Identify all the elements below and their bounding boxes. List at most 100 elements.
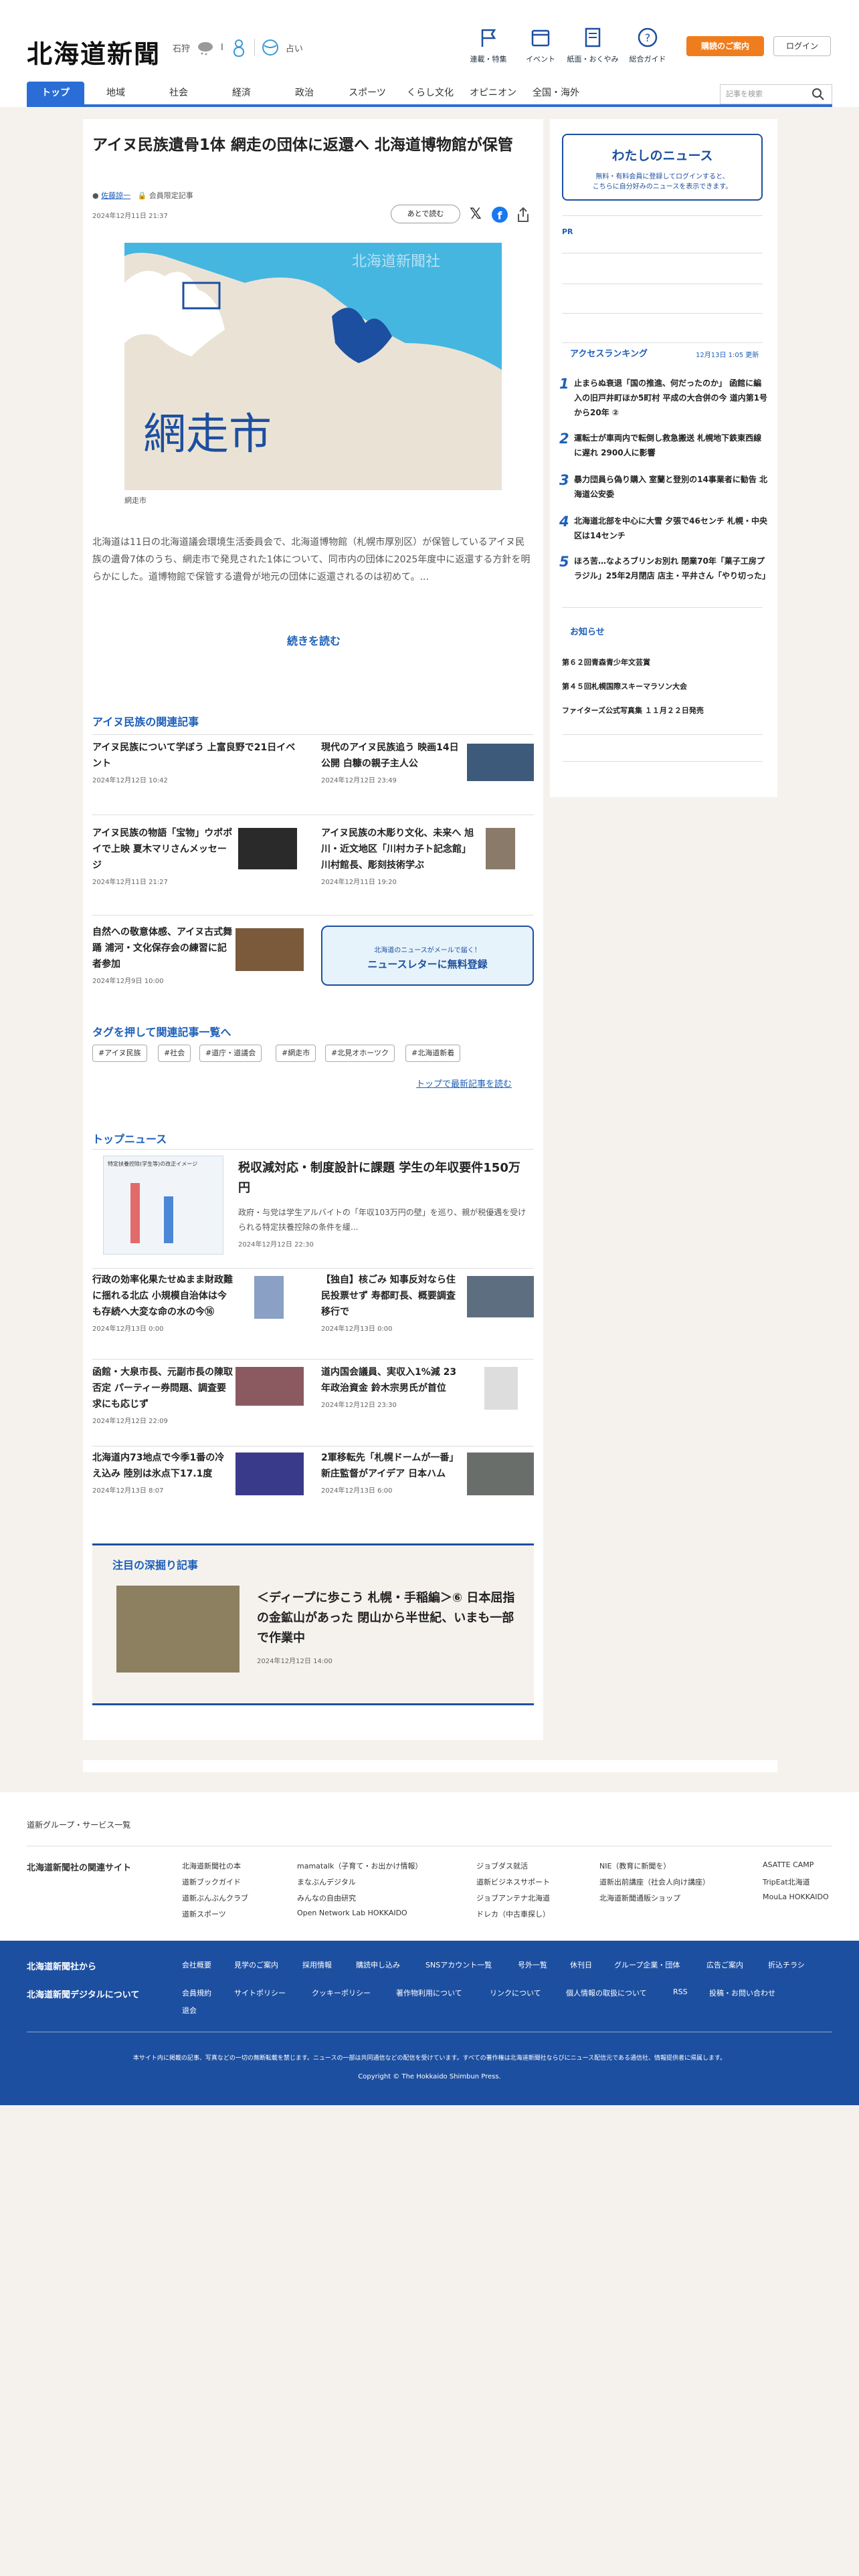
site-link[interactable]: NIE（教育に新聞を） [599,1860,670,1871]
notice-heading[interactable]: お知らせ [570,625,605,637]
top-main-thumb[interactable]: 特定扶養控除(学生等)の改正イメージ [103,1156,223,1255]
article-date: 2024年12月11日 21:37 [92,213,168,220]
x-share-icon[interactable]: 𝕏 [470,206,482,223]
newsletter-banner[interactable]: 北海道のニュースがメールで届く！ ニュースレターに無料登録 [321,926,534,986]
tag-latest[interactable]: #北海道新着 [405,1045,461,1062]
footer-link[interactable]: 号外一覧 [518,1959,547,1970]
tag-prefecture[interactable]: #道庁・道議会 [199,1045,262,1062]
footer-link[interactable]: 見学のご案内 [234,1959,278,1970]
site-header: 北海道新聞 石狩 I 占い 連載・特集 イベント 紙面・おくやみ ? 総合ガイド … [0,0,859,107]
site-link[interactable]: MouLa HOKKAIDO [763,1893,829,1901]
deep-dive-title[interactable]: ＜ディープに歩こう 札幌・手稲編＞⑥ 日本屈指の金鉱山があった 閉山から半世紀、… [257,1588,524,1648]
nav-opinion[interactable]: オピニオン [462,82,524,104]
top-thumb[interactable] [467,1276,534,1317]
site-link[interactable]: 北海道新聞社の本 [182,1860,241,1871]
nav-sports[interactable]: スポーツ [336,82,399,104]
nav-top[interactable]: トップ [27,82,84,104]
nav-economy[interactable]: 経済 [210,82,273,104]
site-link[interactable]: 道新ブックガイド [182,1876,241,1887]
footer-link[interactable]: サイトポリシー [234,1988,286,1998]
site-link[interactable]: 道新ビジネスサポート [476,1876,550,1887]
related-thumb[interactable] [467,744,534,781]
top-thumb[interactable] [254,1276,284,1319]
footer-link[interactable]: 投稿・お問い合わせ [709,1988,775,1998]
nav-politics[interactable]: 政治 [273,82,336,104]
site-link[interactable]: ジョブアンテナ北海道 [476,1893,550,1903]
related-thumb[interactable] [235,928,304,971]
related-thumb[interactable] [238,828,297,869]
ranking-heading[interactable]: アクセスランキング [570,346,648,359]
nav-culture[interactable]: くらし文化 [399,82,462,104]
footer-link[interactable]: 個人情報の取扱について [566,1988,647,1998]
footer-link[interactable]: 会社概要 [182,1959,211,1970]
nav-world[interactable]: 全国・海外 [524,82,587,104]
footer-link[interactable]: RSS [673,1988,688,1996]
util-events[interactable]: イベント [510,25,571,64]
continue-reading-link[interactable]: 続きを読む [257,632,371,648]
footer-link[interactable]: 休刊日 [570,1959,592,1970]
related-item[interactable]: アイヌ民族について学ぼう 上富良野で21日イベント 2024年12月12日 10:… [92,740,306,784]
site-link[interactable]: 北海道新聞通販ショップ [599,1893,680,1903]
site-link[interactable]: 道新ぶんぶんクラブ [182,1893,248,1903]
footer-link[interactable]: 退会 [182,2005,197,2016]
tag-society[interactable]: #社会 [158,1045,191,1062]
deep-dive-thumb[interactable] [116,1586,240,1673]
top-thumb[interactable] [484,1367,518,1410]
group-link[interactable]: 道新グループ・サービス一覧 [27,1819,130,1830]
weather-city: 石狩 [173,43,191,54]
footer-link[interactable]: 折込チラシ [768,1959,805,1970]
related-sites-label: 北海道新聞社の関連サイト [27,1863,132,1873]
from-label: 北海道新聞社から [27,1962,97,1972]
tag-okhotsk[interactable]: #北見オホーツク [325,1045,395,1062]
site-logo[interactable]: 北海道新聞 [27,33,161,70]
facebook-share-icon[interactable]: f [491,206,508,223]
site-link[interactable]: ASATTE CAMP [763,1860,814,1869]
footer-link[interactable]: 会員規約 [182,1988,211,1998]
nav-society[interactable]: 社会 [147,82,210,104]
login-button[interactable]: ログイン [773,36,831,56]
deep-dive-heading: 注目の深掘り記事 [112,1559,199,1572]
notice-item[interactable]: 第６２回青森青少年文芸賞 [562,657,650,667]
top-thumb[interactable] [467,1453,534,1495]
footer-link[interactable]: 広告ご案内 [706,1959,743,1970]
util-paper[interactable]: 紙面・おくやみ [563,25,623,64]
footer-link[interactable]: 著作物利用について [396,1988,462,1998]
site-link[interactable]: ドレカ（中古車探し） [476,1909,550,1919]
weather-widget[interactable]: 石狩 I 占い [173,37,303,58]
back-to-top-link[interactable]: トップで最新記事を読む [416,1077,512,1089]
util-guide[interactable]: ? 総合ガイド [617,25,678,64]
search-icon[interactable] [811,87,826,102]
tag-ainu[interactable]: #アイヌ民族 [92,1045,147,1062]
share-icon[interactable] [515,206,531,223]
article-title: アイヌ民族遺骨1体 網走の団体に返還へ 北海道博物館が保管 [92,136,513,154]
nav-region[interactable]: 地域 [84,82,147,104]
site-link[interactable]: ジョブダス就活 [476,1860,528,1871]
site-link[interactable]: 道新出前講座（社会人向け講座） [599,1876,710,1887]
subscribe-button[interactable]: 購読のご案内 [686,36,764,56]
read-later-button[interactable]: あとで読む [391,205,460,223]
tag-abashiri[interactable]: #網走市 [276,1045,316,1062]
footer-link[interactable]: 購読申し込み [356,1959,400,1970]
notice-item[interactable]: ファイターズ公式写真集 １１月２２日発売 [562,705,704,716]
util-features[interactable]: 連載・特集 [458,25,518,64]
author-link[interactable]: 佐藤諒一 [101,191,130,200]
question-icon: ? [638,27,658,47]
top-thumb[interactable] [235,1453,304,1495]
footer-corporate: 北海道新聞社から 北海道新聞デジタルについて 会社概要 見学のご案内 採用情報 … [0,1941,859,2105]
top-thumb[interactable] [235,1367,304,1406]
top-main-title[interactable]: 税収減対応・制度設計に課題 学生の年収要件150万円 [238,1158,526,1198]
footer-link[interactable]: 採用情報 [302,1959,332,1970]
footer-link[interactable]: グループ企業・団体 [614,1959,680,1970]
fortune-link[interactable]: 占い [286,41,303,54]
site-link[interactable]: TripEat北海道 [763,1876,810,1887]
related-thumb[interactable] [486,828,515,869]
notice-item[interactable]: 第４５回札幌国際スキーマラソン大会 [562,681,687,691]
site-link[interactable]: Open Network Lab HOKKAIDO [297,1909,407,1917]
site-link[interactable]: みんなの自由研究 [297,1893,356,1903]
site-link[interactable]: まなぶんデジタル [297,1876,356,1887]
footer-link[interactable]: クッキーポリシー [312,1988,371,1998]
footer-link[interactable]: リンクについて [490,1988,541,1998]
footer-link[interactable]: SNSアカウント一覧 [425,1959,492,1970]
site-link[interactable]: 道新スポーツ [182,1909,226,1919]
site-link[interactable]: mamatalk（子育て・お出かけ情報） [297,1860,422,1871]
